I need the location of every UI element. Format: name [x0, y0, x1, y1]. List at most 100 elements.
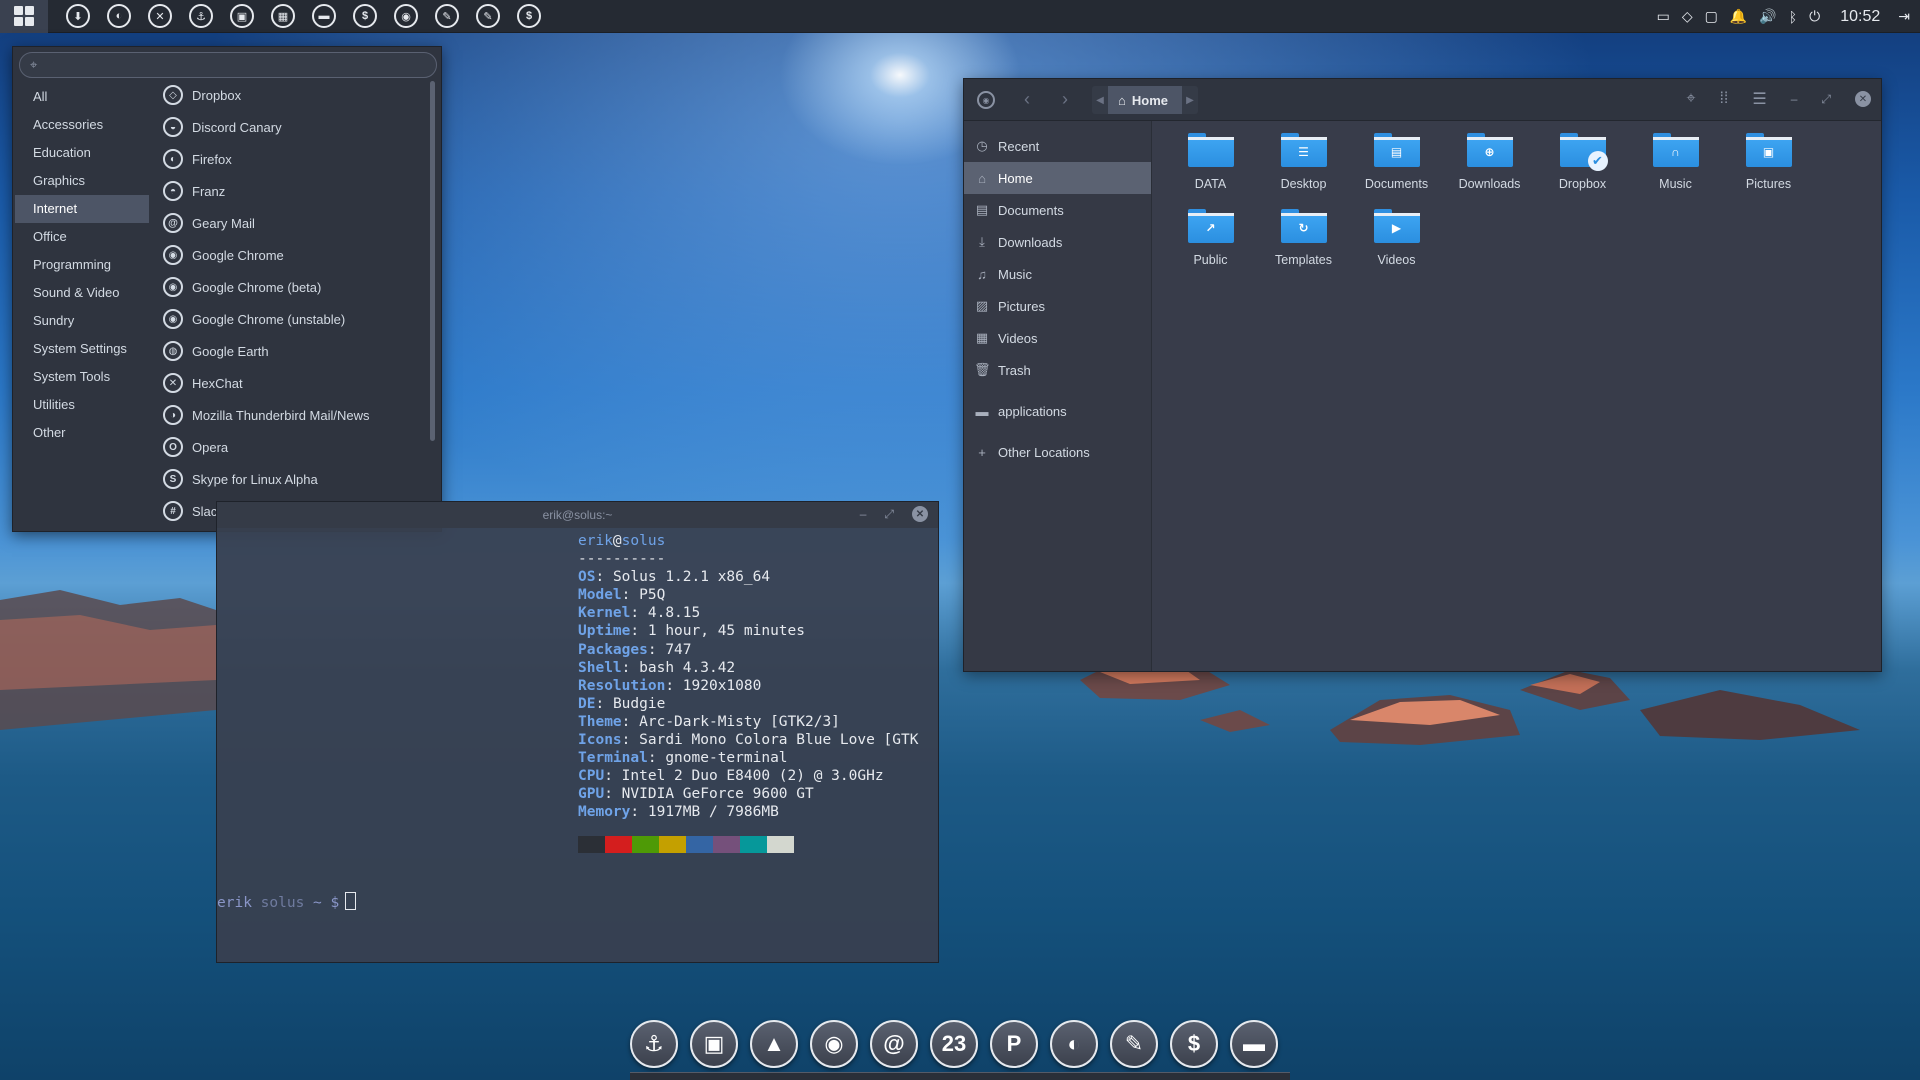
menu-search-input[interactable] [45, 57, 426, 73]
nautilus-icon[interactable]: ▣ [690, 1020, 738, 1068]
location-icon[interactable]: ⌖ [1686, 90, 1695, 108]
pen-icon[interactable]: ✎ [435, 4, 459, 28]
category-item[interactable]: System Tools [15, 363, 149, 391]
folder-item[interactable]: ⊕ Downloads [1443, 129, 1536, 205]
terminal-titlebar[interactable]: erik@solus:~ – ⤢ ✕ [217, 502, 938, 528]
category-item[interactable]: System Settings [15, 335, 149, 363]
menu-search[interactable]: ⌖ [19, 52, 437, 78]
close-icon[interactable]: ✕ [912, 506, 928, 522]
app-item[interactable]: ✕ HexChat [153, 367, 431, 399]
sidebar-item[interactable]: + Other Locations [964, 436, 1151, 468]
hexchat-icon[interactable]: ✕ [148, 4, 172, 28]
sidebar-item[interactable]: ◷ Recent [964, 130, 1151, 162]
vlc-icon[interactable]: ▲ [750, 1020, 798, 1068]
sidebar-item[interactable]: ▨ Pictures [964, 290, 1151, 322]
anchor-icon[interactable]: ⚓ [630, 1020, 678, 1068]
nautilus-icon[interactable]: ▣ [230, 4, 254, 28]
dropbox-tray-icon[interactable]: ◇ [1682, 8, 1693, 25]
sidebar-item[interactable]: ▤ Documents [964, 194, 1151, 226]
folder-item[interactable]: ↗ Public [1164, 205, 1257, 281]
app-item[interactable]: ◍ Google Earth [153, 335, 431, 367]
pencil-icon[interactable]: ✎ [476, 4, 500, 28]
dollar-icon[interactable]: $ [517, 4, 541, 28]
minimize-icon[interactable]: – [860, 507, 867, 521]
firefox-icon[interactable]: ◐ [1050, 1020, 1098, 1068]
app-item[interactable]: ◒ Discord Canary [153, 111, 431, 143]
app-item[interactable]: S Skype for Linux Alpha [153, 463, 431, 495]
dollar-icon[interactable]: $ [1170, 1020, 1218, 1068]
category-item[interactable]: Accessories [15, 111, 149, 139]
shell-prompt[interactable]: erik solus ~ $ [217, 892, 357, 911]
folder-item[interactable]: ☰ Desktop [1257, 129, 1350, 205]
folder-item[interactable]: ↻ Templates [1257, 205, 1350, 281]
window-menu-icon[interactable]: ◉ [977, 91, 995, 109]
display-icon[interactable]: ▢ [1705, 8, 1718, 25]
category-item[interactable]: Programming [15, 251, 149, 279]
folder-item[interactable]: ▶ Videos [1350, 205, 1443, 281]
close-icon[interactable]: ✕ [1855, 91, 1871, 107]
app-item[interactable]: ◉ Google Chrome (beta) [153, 271, 431, 303]
category-item[interactable]: Sound & Video [15, 279, 149, 307]
maximize-icon[interactable]: ⤢ [884, 507, 894, 522]
path-right-icon[interactable]: ▶ [1181, 86, 1198, 114]
app-item[interactable]: O Opera [153, 431, 431, 463]
sidebar-item[interactable]: 🗑 Trash [964, 354, 1151, 386]
back-icon[interactable]: ‹ [1024, 89, 1030, 110]
path-left-icon[interactable]: ◀ [1092, 86, 1108, 114]
folder-item[interactable]: ✔ Dropbox [1536, 129, 1629, 205]
money-icon[interactable]: $ [353, 4, 377, 28]
files-icon[interactable]: ▬ [1230, 1020, 1278, 1068]
forward-icon[interactable]: › [1062, 89, 1068, 110]
hamburger-menu-icon[interactable]: ☰ [1752, 89, 1766, 109]
pen-icon[interactable]: ✎ [1110, 1020, 1158, 1068]
chrome-beta-icon[interactable]: ◉ [810, 1020, 858, 1068]
files-icon[interactable]: ▬ [312, 4, 336, 28]
file-manager-header[interactable]: ◉ ‹ › ◀ ⌂ Home ▶ ⌖ ⁞⁞ ☰ – ⤢ ✕ [964, 79, 1881, 121]
folder-item[interactable]: DATA [1164, 129, 1257, 205]
calendar-icon[interactable]: 23 [930, 1020, 978, 1068]
minimize-icon[interactable]: – [1791, 92, 1798, 106]
grid-view-icon[interactable]: ⁞⁞ [1719, 90, 1728, 108]
folder-item[interactable]: ▣ Pictures [1722, 129, 1815, 205]
firefox-icon[interactable]: ◐ [107, 4, 131, 28]
mail-at-icon[interactable]: @ [870, 1020, 918, 1068]
menu-button[interactable] [0, 0, 48, 33]
folder-item[interactable]: ∩ Music [1629, 129, 1722, 205]
sidebar-item[interactable]: ⌂ Home [964, 162, 1151, 194]
app-item[interactable]: ◉ Google Chrome [153, 239, 431, 271]
folder-item[interactable]: ▤ Documents [1350, 129, 1443, 205]
chrome-icon[interactable]: ◉ [394, 4, 418, 28]
app-item[interactable]: ◓ Franz [153, 175, 431, 207]
p-icon[interactable]: P [990, 1020, 1038, 1068]
app-item[interactable]: ◐ Firefox [153, 143, 431, 175]
category-item[interactable]: Graphics [15, 167, 149, 195]
category-item[interactable]: Other [15, 419, 149, 447]
power-icon[interactable]: ⏻ [1809, 8, 1820, 25]
notification-bell-icon[interactable]: 🔔 [1730, 8, 1747, 25]
app-item[interactable]: ◑ Mozilla Thunderbird Mail/News [153, 399, 431, 431]
calendar-icon[interactable]: ▦ [271, 4, 295, 28]
category-item[interactable]: All [15, 83, 149, 111]
app-item[interactable]: ◇ Dropbox [153, 79, 431, 111]
volume-icon[interactable]: 🔊 [1759, 8, 1776, 25]
anchor-icon[interactable]: ⚓ [189, 4, 213, 28]
app-item[interactable]: @ Geary Mail [153, 207, 431, 239]
logout-icon[interactable]: ⇥ [1898, 8, 1910, 25]
sidebar-item[interactable]: ▬ applications [964, 395, 1151, 427]
sidebar-item[interactable]: ♫ Music [964, 258, 1151, 290]
sidebar-item[interactable]: ▦ Videos [964, 322, 1151, 354]
category-item[interactable]: Office [15, 223, 149, 251]
sidebar-item[interactable]: ⤓ Downloads [964, 226, 1151, 258]
download-icon[interactable]: ⬇ [66, 4, 90, 28]
clock[interactable]: 10:52 [1840, 8, 1880, 26]
category-item[interactable]: Education [15, 139, 149, 167]
maximize-icon[interactable]: ⤢ [1821, 92, 1831, 107]
category-item[interactable]: Internet [15, 195, 149, 223]
drive-icon[interactable]: ▭ [1657, 8, 1670, 25]
app-item[interactable]: ◉ Google Chrome (unstable) [153, 303, 431, 335]
bluetooth-icon[interactable]: ᛒ [1789, 9, 1797, 25]
category-item[interactable]: Sundry [15, 307, 149, 335]
path-home-button[interactable]: ⌂ Home [1108, 86, 1182, 114]
menu-scrollbar[interactable] [430, 81, 435, 441]
category-item[interactable]: Utilities [15, 391, 149, 419]
